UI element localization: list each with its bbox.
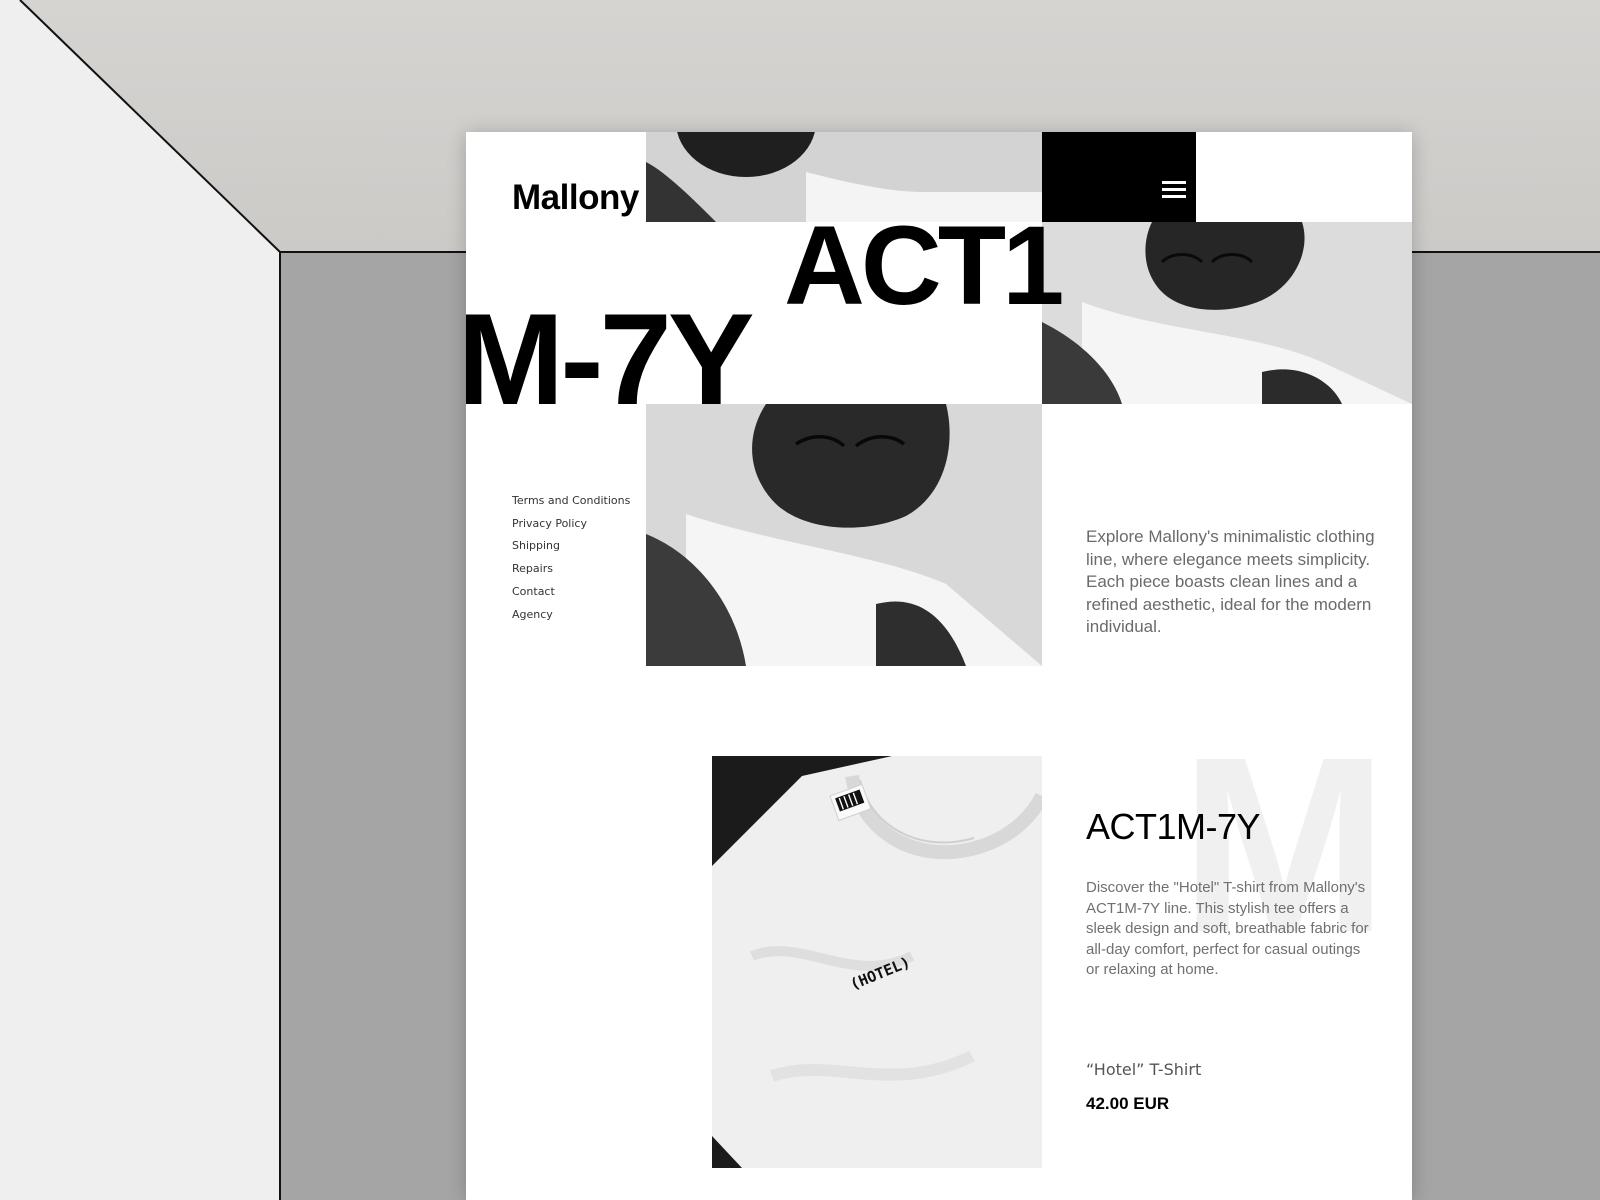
- intro-text: Explore Mallony's minimalistic clothing …: [1086, 527, 1375, 637]
- link-privacy-policy[interactable]: Privacy Policy: [512, 513, 630, 536]
- hero-headline-line2: M-7Y: [466, 286, 755, 432]
- website-page: Mallony ACT1 M-7Y Terms and Conditions P…: [466, 132, 1412, 1200]
- hero-photo-right: [1042, 222, 1412, 404]
- product-photo[interactable]: (HOTEL): [712, 756, 1042, 1168]
- hero-headline-line1: ACT1: [784, 203, 1064, 328]
- site-logo[interactable]: Mallony: [512, 178, 639, 218]
- hero-photo-main: [646, 404, 1042, 666]
- product-description: Discover the "Hotel" T-shirt from Mallon…: [1086, 879, 1369, 978]
- product-price: 42.00 EUR: [1086, 1094, 1170, 1113]
- link-terms-and-conditions[interactable]: Terms and Conditions: [512, 490, 630, 513]
- hamburger-menu-icon: [1162, 181, 1186, 199]
- link-repairs[interactable]: Repairs: [512, 558, 630, 581]
- product-name[interactable]: “Hotel” T-Shirt: [1086, 1060, 1201, 1079]
- link-contact[interactable]: Contact: [512, 581, 630, 604]
- link-shipping[interactable]: Shipping: [512, 535, 630, 558]
- menu-button[interactable]: [1042, 132, 1196, 222]
- footer-links: Terms and Conditions Privacy Policy Ship…: [512, 490, 630, 626]
- link-agency[interactable]: Agency: [512, 604, 630, 627]
- product-collection-title: ACT1M-7Y: [1086, 806, 1261, 847]
